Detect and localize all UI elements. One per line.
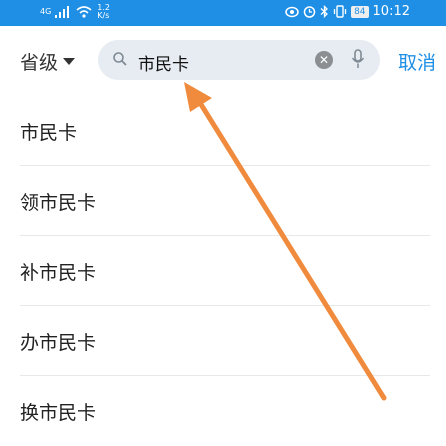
status-bar: 4G 1.2 K/s 84 10:12 [0,0,446,26]
status-bar-right: 84 10:12 [285,4,410,19]
suggestion-item[interactable]: 补市民卡 [0,236,446,306]
clear-icon[interactable]: ✕ [315,51,333,69]
clock: 10:12 [372,4,410,19]
status-bar-left: 4G 1.2 K/s [40,4,114,20]
mic-icon[interactable] [351,49,365,71]
battery-indicator: 84 [351,5,369,18]
search-input-value: 市民卡 [138,55,189,75]
network-speed-unit: K/s [97,11,110,20]
network-label: 4G [40,7,52,16]
suggestion-label: 补市民卡 [20,262,97,284]
province-label: 省级 [20,52,59,74]
suggestion-item[interactable]: 领市民卡 [0,166,446,236]
suggestion-list: 市民卡 领市民卡 补市民卡 办市民卡 换市民卡 [0,96,446,446]
eye-icon [285,6,299,17]
network-speed: 1.2 K/s [97,4,114,20]
vibrate-icon [333,5,347,18]
suggestion-item[interactable]: 换市民卡 [0,376,446,446]
search-icon [113,52,127,66]
alarm-icon [303,6,316,18]
suggestion-item[interactable]: 市民卡 [0,96,446,166]
cancel-button[interactable]: 取消 [398,48,436,75]
province-selector[interactable]: 省级 [20,48,76,75]
suggestion-label: 领市民卡 [20,192,97,214]
search-input[interactable]: 市民卡 ✕ [98,40,380,80]
suggestion-label: 办市民卡 [20,332,97,354]
caret-down-icon [63,58,76,65]
bluetooth-icon [320,5,329,18]
search-header: 省级 市民卡 ✕ 取消 [0,26,446,96]
suggestion-item[interactable]: 办市民卡 [0,306,446,376]
wifi-icon [76,6,92,18]
suggestion-label: 换市民卡 [20,402,97,424]
suggestion-label: 市民卡 [20,122,78,144]
signal-icon [55,6,70,18]
